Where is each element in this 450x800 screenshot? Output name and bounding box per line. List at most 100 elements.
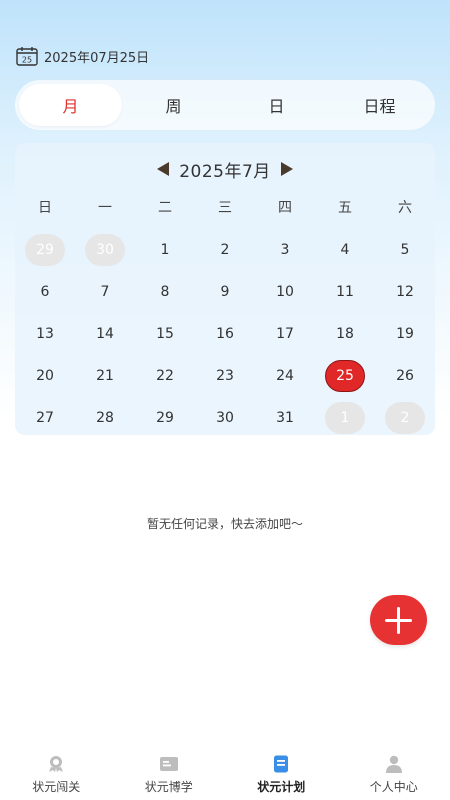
day-cell[interactable]: 5 [375,229,435,271]
day-cell[interactable]: 17 [255,313,315,355]
day-cell-other-month[interactable]: 29 [15,229,75,271]
day-number: 23 [216,368,234,384]
day-cell[interactable]: 21 [75,355,135,397]
day-number: 13 [36,326,54,342]
weekday-label: 六 [398,200,412,216]
month-calendar: 2025年7月 日一二三四五六 29 30 1 2 3 4 5 6 7 8 9 10 11 12 13 14 1… [15,143,435,435]
day-cell[interactable]: 22 [135,355,195,397]
person-icon [385,755,402,773]
day-cell[interactable]: 30 [195,397,255,439]
svg-text:25: 25 [22,56,32,65]
day-number: 10 [276,284,294,300]
day-number: 11 [336,284,354,300]
day-number: 7 [100,284,110,300]
day-cell[interactable]: 8 [135,271,195,313]
day-cell-other-month[interactable]: 30 [75,229,135,271]
day-number: 20 [36,368,54,384]
day-cell[interactable]: 1 [135,229,195,271]
day-cell[interactable]: 26 [375,355,435,397]
day-cell[interactable]: 18 [315,313,375,355]
day-cell[interactable]: 19 [375,313,435,355]
nav-label-learning: 状元博学 [144,780,193,794]
weekday-label: 一 [98,200,112,216]
day-number: 19 [396,326,414,342]
month-title: 2025年7月 [179,161,271,182]
weekday-label: 三 [218,200,232,216]
day-number: 26 [396,368,414,384]
day-cell[interactable]: 27 [15,397,75,439]
bottom-navigation: 状元闯关 状元博学 状元计划 个人中心 [0,750,450,800]
day-cell-today[interactable]: 25 [315,355,375,397]
day-cell[interactable]: 28 [75,397,135,439]
day-number: 25 [325,360,365,392]
nav-item-challenge[interactable]: 状元闯关 [0,750,113,800]
day-number: 24 [276,368,294,384]
day-cell[interactable]: 29 [135,397,195,439]
day-number: 30 [216,410,234,426]
nav-item-plan[interactable]: 状元计划 [225,750,338,800]
day-cell[interactable]: 23 [195,355,255,397]
empty-state-message: 暂无任何记录，快去添加吧～ [146,517,303,531]
day-cell[interactable]: 15 [135,313,195,355]
day-cell[interactable]: 10 [255,271,315,313]
day-number: 29 [156,410,174,426]
view-tabs: 月 周 日 日程 [15,80,435,130]
calendar-icon: 25 [16,47,38,66]
weekday-label: 四 [278,200,292,216]
day-cell-other-month[interactable]: 2 [375,397,435,439]
day-cell[interactable]: 3 [255,229,315,271]
day-cell[interactable]: 14 [75,313,135,355]
day-number: 31 [276,410,294,426]
day-number: 16 [216,326,234,342]
day-number: 9 [220,284,230,300]
day-number: 21 [96,368,114,384]
day-cell[interactable]: 2 [195,229,255,271]
day-grid: 29 30 1 2 3 4 5 6 7 8 9 10 11 12 13 14 15 16 17 18 19 20 21 22 2… [15,229,435,439]
day-cell[interactable]: 16 [195,313,255,355]
day-number: 8 [160,284,170,300]
day-cell[interactable]: 11 [315,271,375,313]
month-navigation: 2025年7月 [15,157,435,182]
nav-label-challenge: 状元闯关 [32,780,81,794]
prev-month-arrow-icon[interactable] [157,162,170,176]
tab-week[interactable]: 周 [122,84,225,126]
day-cell[interactable]: 20 [15,355,75,397]
day-cell[interactable]: 12 [375,271,435,313]
day-number: 18 [336,326,354,342]
date-header: 25 2025年07月25日 [16,46,149,66]
current-date-text: 2025年07月25日 [44,50,150,66]
day-cell-other-month[interactable]: 1 [315,397,375,439]
next-month-arrow-icon[interactable] [280,162,293,176]
day-cell[interactable]: 6 [15,271,75,313]
weekday-label: 五 [338,200,352,216]
day-cell[interactable]: 9 [195,271,255,313]
day-number: 27 [36,410,54,426]
day-number: 3 [280,242,290,258]
plan-icon [274,755,289,773]
tab-day[interactable]: 日 [225,84,328,126]
day-number: 12 [396,284,414,300]
day-number: 28 [96,410,114,426]
nav-item-learning[interactable]: 状元博学 [113,750,226,800]
nav-label-profile: 个人中心 [369,780,418,794]
weekday-label: 二 [158,200,172,216]
nav-label-plan: 状元计划 [257,780,306,794]
weekday-label: 日 [38,200,52,216]
day-number: 30 [85,234,125,266]
day-cell[interactable]: 7 [75,271,135,313]
day-number: 17 [276,326,294,342]
day-number: 14 [96,326,114,342]
day-cell[interactable]: 31 [255,397,315,439]
day-number: 2 [220,242,230,258]
add-record-button[interactable] [370,595,427,645]
tab-month[interactable]: 月 [19,84,122,126]
day-cell[interactable]: 4 [315,229,375,271]
day-cell[interactable]: 13 [15,313,75,355]
tab-schedule[interactable]: 日程 [328,84,431,126]
nav-item-profile[interactable]: 个人中心 [338,750,450,800]
weekday-header: 日一二三四五六 [15,198,435,218]
trophy-icon [49,756,64,772]
day-number: 22 [156,368,174,384]
day-cell[interactable]: 24 [255,355,315,397]
day-number: 1 [160,242,170,258]
